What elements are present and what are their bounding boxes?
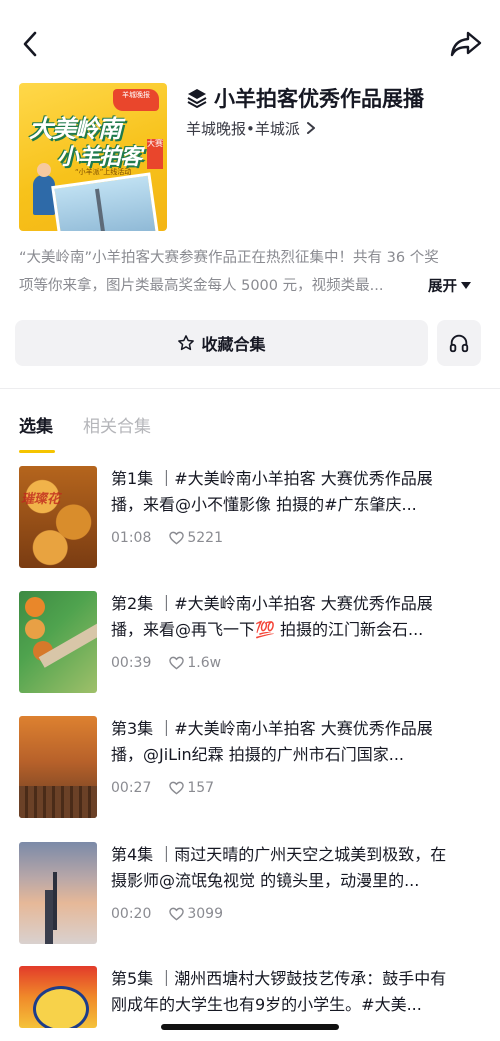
episode-title: 第2集 ｜#大美岭南小羊拍客 大赛优秀作品展 播，来看@再飞一下💯 拍摄的江门新…: [111, 594, 433, 639]
episode-thumbnail: [19, 842, 97, 944]
heart-icon: [169, 531, 185, 545]
tab-episodes[interactable]: 选集: [19, 412, 53, 442]
collect-collection-button[interactable]: 收藏合集: [15, 320, 428, 366]
episode-duration: 00:20: [111, 906, 152, 922]
collection-title: 小羊拍客优秀作品展播: [214, 87, 424, 111]
episode-meta: 00:27 157: [111, 778, 214, 798]
back-button[interactable]: [14, 26, 46, 62]
author-link[interactable]: 羊城晚报•羊城派: [186, 118, 316, 138]
section-divider: [0, 388, 500, 389]
episode-likes: 5221: [187, 530, 223, 546]
episode-item[interactable]: 第3集 ｜#大美岭南小羊拍客 大赛优秀作品展 播，@JiLin纪霖 拍摄的广州市…: [19, 716, 481, 818]
episode-duration: 01:08: [111, 530, 152, 546]
description-line: 项等你来拿，图片类最高奖金每人 5000 元，视频类最...: [19, 278, 384, 294]
episode-thumbnail: [19, 716, 97, 818]
chevron-right-icon: [306, 122, 315, 134]
episode-likes: 3099: [187, 906, 223, 922]
cover-badge: 羊城晚报: [113, 89, 159, 111]
home-indicator: [161, 1024, 339, 1030]
episode-meta: 01:08 5221: [111, 528, 223, 548]
cover-tag: 大赛: [147, 139, 163, 169]
episode-duration: 00:39: [111, 655, 152, 671]
top-bar: [0, 0, 500, 80]
collection-description: “大美岭南”小羊拍客大赛参赛作品正在热烈征集中！共有 36 个奖 项等你来拿，图…: [19, 244, 481, 300]
layers-icon: [187, 89, 207, 108]
tab-related-collections[interactable]: 相关合集: [83, 412, 151, 442]
episode-duration: 00:27: [111, 780, 152, 796]
episode-meta: 00:20 3099: [111, 904, 223, 924]
heart-icon: [169, 907, 185, 921]
episode-title: 第5集 ｜潮州西塘村大锣鼓技艺传承：鼓手中有 刚成年的大学生也有9岁的小学生。#…: [111, 969, 447, 1014]
expand-button[interactable]: 展开: [428, 271, 471, 299]
active-tab-indicator: [19, 450, 55, 453]
episode-thumbnail: [19, 466, 97, 568]
heart-icon: [169, 781, 185, 795]
episode-title: 第4集 ｜雨过天晴的广州天空之城美到极致，在 摄影师@流氓兔视觉 的镜头里，动漫…: [111, 845, 447, 890]
caret-down-icon: [461, 281, 471, 289]
share-button[interactable]: [446, 26, 486, 62]
collect-label: 收藏合集: [201, 335, 266, 354]
share-arrow-icon: [450, 31, 482, 57]
tab-bar: 选集 相关合集: [19, 412, 181, 442]
cover-photo-illustration: [51, 172, 159, 231]
collection-title-row: 小羊拍客优秀作品展播: [186, 84, 424, 112]
episode-title: 第1集 ｜#大美岭南小羊拍客 大赛优秀作品展 播，来看@小不懂影像 拍摄的#广东…: [111, 469, 433, 514]
episode-title: 第3集 ｜#大美岭南小羊拍客 大赛优秀作品展 播，@JiLin纪霖 拍摄的广州市…: [111, 719, 433, 764]
episode-item[interactable]: 第1集 ｜#大美岭南小羊拍客 大赛优秀作品展 播，来看@小不懂影像 拍摄的#广东…: [19, 466, 481, 568]
episode-thumbnail: [19, 591, 97, 693]
episode-thumbnail: [19, 966, 97, 1028]
episode-meta: 00:39 1.6w: [111, 653, 221, 673]
listen-button[interactable]: [437, 320, 481, 366]
episode-likes: 157: [187, 780, 215, 796]
heart-icon: [169, 656, 185, 670]
episode-likes: 1.6w: [187, 655, 222, 671]
author-name: 羊城晚报•羊城派: [186, 119, 300, 138]
episode-item[interactable]: 第2集 ｜#大美岭南小羊拍客 大赛优秀作品展 播，来看@再飞一下💯 拍摄的江门新…: [19, 591, 481, 693]
expand-label: 展开: [428, 278, 457, 295]
description-line: “大美岭南”小羊拍客大赛参赛作品正在热烈征集中！共有 36 个奖: [19, 250, 439, 266]
collection-cover[interactable]: 羊城晚报 大美岭南 小羊拍客 大赛 “小羊派”上线活动: [19, 83, 167, 231]
chevron-left-icon: [23, 31, 37, 57]
headphones-icon: [449, 334, 469, 353]
star-icon: [178, 335, 195, 351]
episode-item[interactable]: 第4集 ｜雨过天晴的广州天空之城美到极致，在 摄影师@流氓兔视觉 的镜头里，动漫…: [19, 842, 481, 944]
